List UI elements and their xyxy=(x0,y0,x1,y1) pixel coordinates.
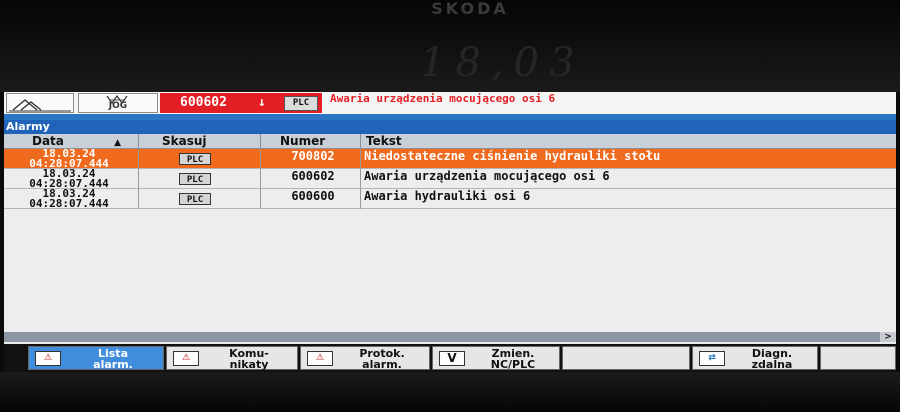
softkey-remote-diagnosis[interactable]: ⇄ Diagn. zdalna xyxy=(692,346,818,370)
alarm-text: Niedostateczne ciśnienie hydrauliki stoł… xyxy=(364,149,661,163)
alarm-list-icon: ⚠ xyxy=(35,351,61,366)
softkey-label: nikaty xyxy=(229,358,269,371)
alarm-list-empty-area xyxy=(4,210,896,332)
alarm-timestamp: 18.03.24 04:28:07.444 xyxy=(4,168,134,189)
active-alarm-number: 600602 xyxy=(180,95,227,110)
screen-reflection: 18,03 xyxy=(420,40,585,86)
softkey-bar: ⚠ Lista alarm. ⚠ Komu-nikaty ⚠ Protok. ala… xyxy=(4,344,896,372)
operating-mode-indicator[interactable]: JOG xyxy=(78,93,158,113)
softkey-empty[interactable] xyxy=(562,346,690,370)
cell-separator xyxy=(260,189,261,209)
softkey-label: NC/PLC xyxy=(490,358,536,371)
status-header: JOG 600602 ↓ PLC Awaria urządzenia mocuj… xyxy=(4,92,896,115)
alarm-row[interactable]: 18.03.24 04:28:07.444 PLC 600602 Awaria … xyxy=(4,168,896,189)
hmi-screen: JOG 600602 ↓ PLC Awaria urządzenia mocuj… xyxy=(4,92,896,372)
message-icon: ⚠ xyxy=(173,351,199,366)
machine-area-button[interactable] xyxy=(6,93,74,113)
cell-separator xyxy=(360,189,361,209)
softkey-alarm-log[interactable]: ⚠ Protok. alarm. xyxy=(300,346,430,370)
window-title: Alarmy xyxy=(4,120,896,134)
machine-area-icon xyxy=(9,99,71,112)
table-header: Data ▲ Skasuj Numer Tekst xyxy=(4,134,896,149)
brand-logo: SKODA xyxy=(431,0,509,18)
alarm-number: 600602 xyxy=(291,169,335,183)
softkey-empty[interactable] xyxy=(820,346,896,370)
sort-ascending-icon: ▲ xyxy=(114,138,122,148)
column-separator xyxy=(360,134,361,148)
alarm-log-icon: ⚠ xyxy=(307,351,333,366)
alarm-text: Awaria urządzenia mocującego osi 6 xyxy=(364,169,610,183)
column-header-text[interactable]: Tekst xyxy=(366,134,402,148)
monitor-bezel-bottom xyxy=(0,372,900,412)
alarm-time: 04:28:07.444 xyxy=(29,197,109,210)
horizontal-scrollbar[interactable]: > xyxy=(4,332,896,342)
cell-separator xyxy=(260,169,261,189)
softkey-messages[interactable]: ⚠ Komu-nikaty xyxy=(166,346,298,370)
cell-separator xyxy=(138,169,139,189)
alarm-row[interactable]: 18.03.24 04:28:07.444 PLC 700802 Niedost… xyxy=(4,148,896,169)
clear-plc-icon[interactable]: PLC xyxy=(179,153,211,165)
mode-label: JOG xyxy=(108,101,128,111)
softkey-label: alarm. xyxy=(362,358,402,371)
alarm-text: Awaria hydrauliki osi 6 xyxy=(364,189,531,203)
active-alarm-indicator[interactable]: 600602 ↓ PLC xyxy=(160,93,322,113)
cell-separator xyxy=(138,149,139,169)
alarm-arrow-icon: ↓ xyxy=(258,95,266,110)
alarm-source-badge: PLC xyxy=(284,96,318,111)
column-header-date[interactable]: Data ▲ xyxy=(32,134,121,148)
cell-separator xyxy=(138,189,139,209)
variable-change-icon: V xyxy=(439,351,465,366)
monitor-bezel-top: SKODA 18,03 xyxy=(0,0,900,92)
cell-separator xyxy=(360,149,361,169)
alarm-timestamp: 18.03.24 04:28:07.444 xyxy=(4,188,134,210)
softkey-label: zdalna xyxy=(751,358,793,371)
alarm-number: 600600 xyxy=(291,189,335,203)
clear-plc-icon[interactable]: PLC xyxy=(179,173,211,185)
cell-separator xyxy=(360,169,361,189)
column-header-number[interactable]: Numer xyxy=(280,134,325,148)
alarm-number: 700802 xyxy=(291,149,335,163)
active-alarm-text: Awaria urządzenia mocującego osi 6 xyxy=(330,92,556,105)
column-date-label: Data xyxy=(32,134,64,148)
column-separator xyxy=(260,134,261,148)
column-header-clear[interactable]: Skasuj xyxy=(162,134,207,148)
softkey-label: alarm. xyxy=(93,358,133,371)
scroll-right-icon[interactable]: > xyxy=(880,332,896,342)
softkey-alarm-list[interactable]: ⚠ Lista alarm. xyxy=(28,346,164,370)
softkey-variable-change[interactable]: V Zmien. NC/PLC xyxy=(432,346,560,370)
alarm-row[interactable]: 18.03.24 04:28:07.444 PLC 600600 Awaria … xyxy=(4,188,896,210)
remote-diagnosis-icon: ⇄ xyxy=(699,351,725,366)
clear-plc-icon[interactable]: PLC xyxy=(179,193,211,205)
alarm-timestamp: 18.03.24 04:28:07.444 xyxy=(4,148,134,169)
cell-separator xyxy=(260,149,261,169)
column-separator xyxy=(138,134,139,148)
